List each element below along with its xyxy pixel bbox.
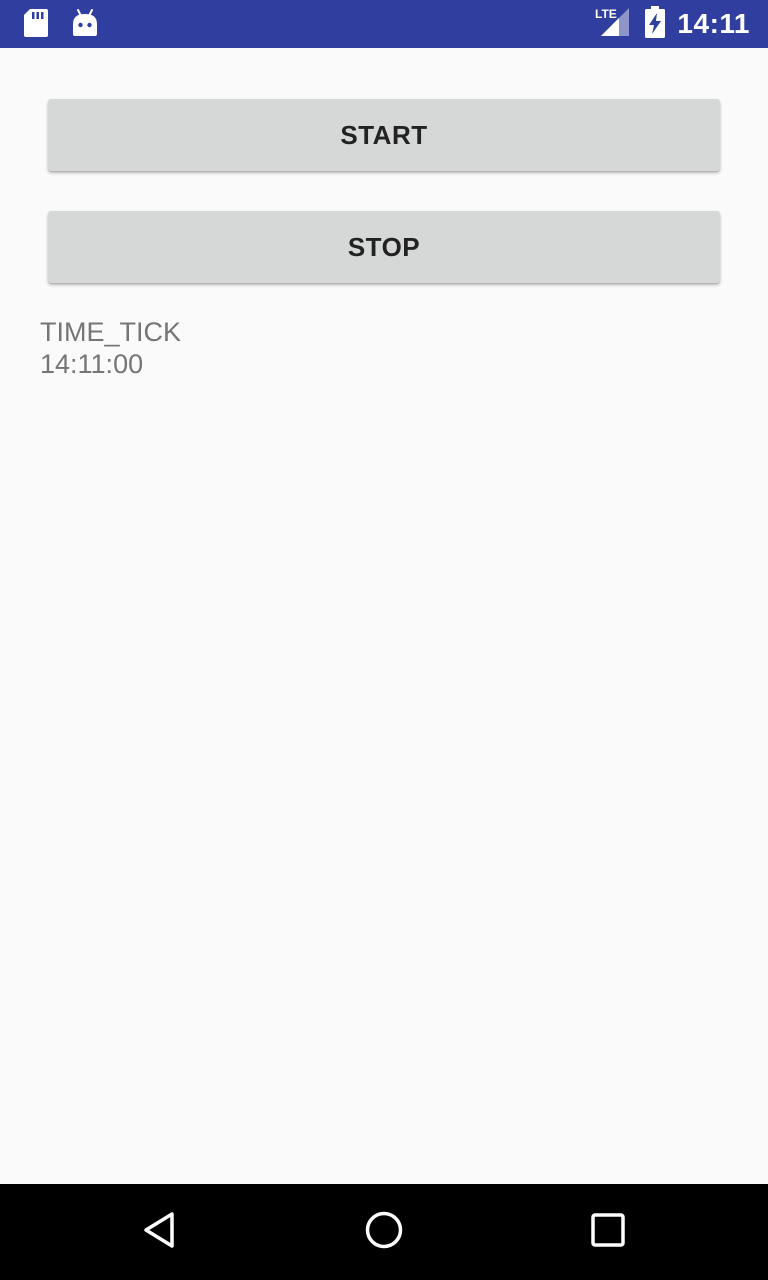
status-clock: 14:11 [677, 8, 750, 39]
navigation-bar [0, 1184, 768, 1280]
home-icon [364, 1210, 404, 1255]
recents-button[interactable] [584, 1208, 632, 1256]
sd-card-icon [24, 8, 48, 43]
recents-icon [588, 1210, 628, 1255]
back-button[interactable] [136, 1208, 184, 1256]
start-button[interactable]: START [48, 99, 720, 171]
lte-signal-icon: LTE [595, 6, 633, 43]
battery-charging-icon [645, 5, 666, 43]
log-line-event: TIME_TICK [40, 317, 182, 347]
log-line-time: 14:11:00 [40, 349, 144, 379]
stop-button[interactable]: STOP [48, 211, 720, 283]
system-icons: LTE 14:11 [595, 0, 750, 48]
network-type-label: LTE [595, 7, 617, 21]
back-icon [140, 1210, 180, 1255]
log-output: TIME_TICK 14:11:00 [40, 316, 181, 380]
notification-icons [24, 8, 98, 43]
status-bar: LTE 14:11 [0, 0, 768, 48]
home-button[interactable] [360, 1208, 408, 1256]
android-icon [72, 8, 98, 43]
